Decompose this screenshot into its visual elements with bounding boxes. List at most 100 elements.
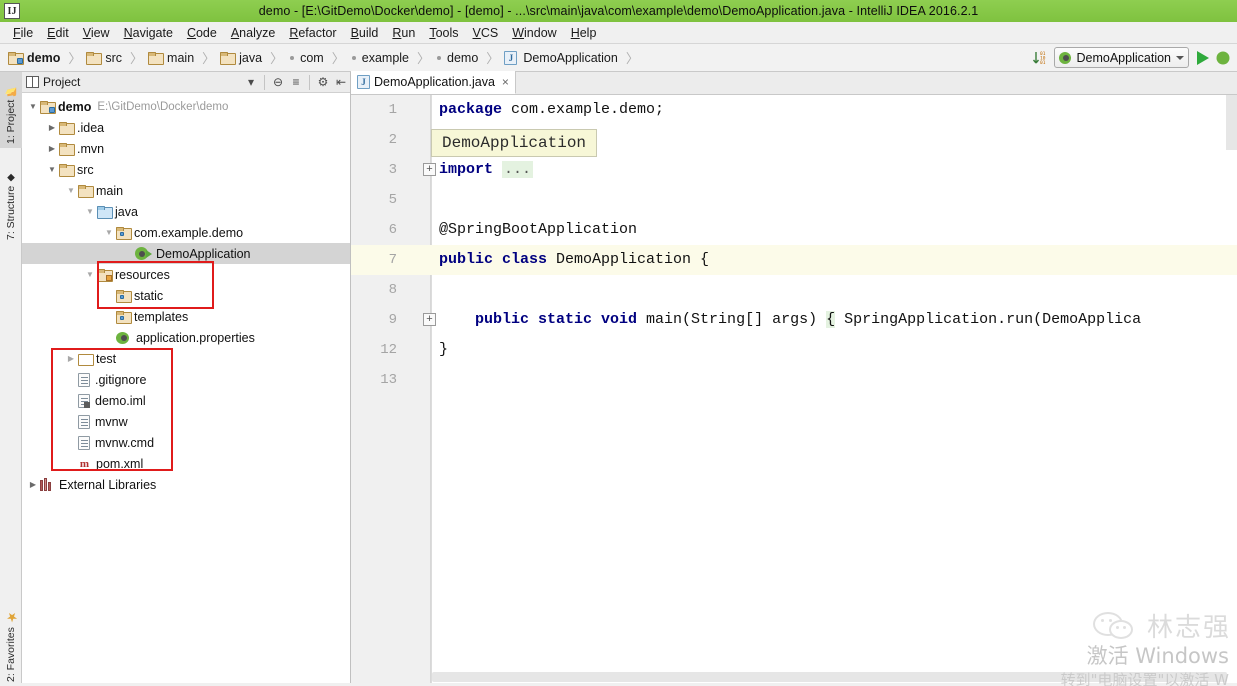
breadcrumb-item-demo[interactable]: demo xyxy=(6,47,64,69)
expand-all-icon[interactable]: ≡ xyxy=(287,73,305,91)
breadcrumb-item-src[interactable]: src xyxy=(84,47,126,69)
menu-item-tools[interactable]: Tools xyxy=(422,24,465,42)
chevron-down-icon[interactable]: ▼ xyxy=(102,228,116,237)
tree-item-application-properties[interactable]: application.properties xyxy=(22,327,350,348)
close-icon[interactable]: × xyxy=(502,75,509,89)
editor-tab-demoapplication[interactable]: J DemoApplication.java × xyxy=(351,71,516,94)
run-button[interactable] xyxy=(1193,48,1213,68)
project-panel-title: Project xyxy=(43,75,81,89)
tree-item-demo[interactable]: ▼ demo E:\GitDemo\Docker\demo xyxy=(22,96,350,117)
tree-item-mvnw[interactable]: mvnw xyxy=(22,411,350,432)
tree-item--mvn[interactable]: ▶ .mvn xyxy=(22,138,350,159)
chevron-down-icon[interactable]: ▼ xyxy=(64,186,78,195)
chevron-down-icon[interactable]: ▼ xyxy=(83,207,97,216)
chevron-down-icon[interactable]: ▼ xyxy=(83,270,97,279)
chevron-down-icon[interactable]: ▾ xyxy=(242,73,260,91)
menu-item-file[interactable]: File xyxy=(6,24,40,42)
menu-item-run[interactable]: Run xyxy=(385,24,422,42)
hide-panel-icon[interactable]: ⇤ xyxy=(332,73,350,91)
breadcrumb-item-main[interactable]: main xyxy=(146,47,198,69)
tree-item-external-libraries[interactable]: ▶ External Libraries xyxy=(22,474,350,495)
code-keyword: public static void xyxy=(475,311,638,328)
tree-item-label: .gitignore xyxy=(95,372,147,387)
tree-item-static[interactable]: static xyxy=(22,285,350,306)
menu-item-refactor[interactable]: Refactor xyxy=(282,24,343,42)
chevron-right-icon[interactable]: ▶ xyxy=(45,123,59,132)
tool-tab-label-project: 1: Project xyxy=(5,99,17,144)
breadcrumb-item-demoapplication[interactable]: J DemoApplication xyxy=(502,47,622,69)
run-configuration-selector[interactable]: DemoApplication xyxy=(1053,47,1189,68)
tree-item-com-example-demo[interactable]: ▼ com.example.demo xyxy=(22,222,350,243)
tree-item--idea[interactable]: ▶ .idea xyxy=(22,117,350,138)
menu-item-edit[interactable]: Edit xyxy=(40,24,76,42)
project-tree: ▼ demo E:\GitDemo\Docker\demo ▶ .idea ▶ .mvn ▼ s… xyxy=(22,93,350,495)
menu-item-view[interactable]: View xyxy=(76,24,117,42)
divider xyxy=(309,74,310,90)
menu-item-code[interactable]: Code xyxy=(180,24,224,42)
menu-item-analyze[interactable]: Analyze xyxy=(224,24,282,42)
breadcrumb-item-com[interactable]: com xyxy=(286,47,328,69)
file-icon xyxy=(78,372,90,387)
breadcrumb-label: main xyxy=(167,50,195,65)
debug-button[interactable] xyxy=(1213,48,1233,68)
menu-item-window[interactable]: Window xyxy=(505,24,563,42)
line-number: 7 xyxy=(388,252,397,268)
breadcrumb-separator: 〉 xyxy=(331,51,345,66)
sidebar-item-favorites[interactable]: 2: Favorites ★ xyxy=(0,594,22,686)
code-editor[interactable]: 1 package com.example.demo; 2 3 + import ... 5… xyxy=(351,95,1237,686)
menu-item-navigate[interactable]: Navigate xyxy=(117,24,180,42)
left-tool-window-strip: 1: Project 📂 7: Structure ◆ 2: Favorites… xyxy=(0,72,22,686)
breadcrumb-separator: 〉 xyxy=(68,51,82,66)
code-text: SpringApplication.run(DemoApplica xyxy=(835,311,1142,328)
tree-item-main[interactable]: ▼ main xyxy=(22,180,350,201)
tree-item-label: External Libraries xyxy=(59,477,157,492)
tree-item-label: demo.iml xyxy=(95,393,146,408)
sidebar-item-project[interactable]: 1: Project 📂 xyxy=(0,72,22,148)
breadcrumb-item-example[interactable]: example xyxy=(348,47,413,69)
tree-item-java[interactable]: ▼ java xyxy=(22,201,350,222)
collapse-all-icon[interactable]: ⊖ xyxy=(269,73,287,91)
chevron-right-icon[interactable]: ▶ xyxy=(45,144,59,153)
tree-item-test[interactable]: ▶ test xyxy=(22,348,350,369)
breadcrumb-item-demo[interactable]: demo xyxy=(433,47,482,69)
tree-item-label: src xyxy=(77,162,94,177)
vertical-scrollbar-thumb[interactable] xyxy=(1226,95,1237,150)
tree-item--gitignore[interactable]: .gitignore xyxy=(22,369,350,390)
sort-numeric-icon[interactable]: 01 10 01 xyxy=(1030,48,1050,68)
horizontal-scrollbar[interactable] xyxy=(432,672,1227,682)
menu-item-build[interactable]: Build xyxy=(344,24,386,42)
code-fold-toggle-icon[interactable]: + xyxy=(423,163,436,176)
tree-item-label: java xyxy=(115,204,138,219)
folder-icon xyxy=(220,52,237,65)
settings-gear-icon[interactable]: ⚙ xyxy=(314,73,332,91)
chevron-right-icon[interactable]: ▶ xyxy=(64,354,78,363)
folded-imports-placeholder[interactable]: ... xyxy=(502,161,534,178)
tree-item-src[interactable]: ▼ src xyxy=(22,159,350,180)
editor-area: J DemoApplication.java × 1 package com.ex… xyxy=(351,71,1237,686)
breadcrumb-item-java[interactable]: java xyxy=(218,47,266,69)
code-fold-toggle-icon[interactable]: + xyxy=(423,313,436,326)
tree-item-templates[interactable]: templates xyxy=(22,306,350,327)
code-line-6: 6 @SpringBootApplication xyxy=(351,215,1237,245)
project-tool-window: Project ▾ ⊖ ≡ ⚙ ⇤ ▼ demo E:\GitDemo\Docker… xyxy=(22,72,351,686)
sidebar-item-structure[interactable]: 7: Structure ◆ xyxy=(0,152,22,244)
chevron-down-icon[interactable]: ▼ xyxy=(26,102,40,111)
maven-xml-icon: m xyxy=(79,457,90,470)
code-lines: 1 package com.example.demo; 2 3 + import ... 5… xyxy=(351,95,1237,686)
tree-item-label: resources xyxy=(115,267,170,282)
chevron-down-icon[interactable]: ▼ xyxy=(45,165,59,174)
structure-icon: ◆ xyxy=(5,171,17,183)
breadcrumb-separator: 〉 xyxy=(486,51,500,66)
tree-item-demo-iml[interactable]: demo.iml xyxy=(22,390,350,411)
menu-item-help[interactable]: Help xyxy=(564,24,604,42)
line-number: 13 xyxy=(380,372,397,388)
window-title: demo - [E:\GitDemo\Docker\demo] - [demo]… xyxy=(258,4,979,18)
tree-item-demoapplication[interactable]: DemoApplication xyxy=(22,243,350,264)
tree-item-mvnw-cmd[interactable]: mvnw.cmd xyxy=(22,432,350,453)
tree-item-resources[interactable]: ▼ resources xyxy=(22,264,350,285)
menu-item-vcs[interactable]: VCS xyxy=(466,24,506,42)
tree-item-pom-xml[interactable]: m pom.xml xyxy=(22,453,350,474)
chevron-right-icon[interactable]: ▶ xyxy=(26,480,40,489)
